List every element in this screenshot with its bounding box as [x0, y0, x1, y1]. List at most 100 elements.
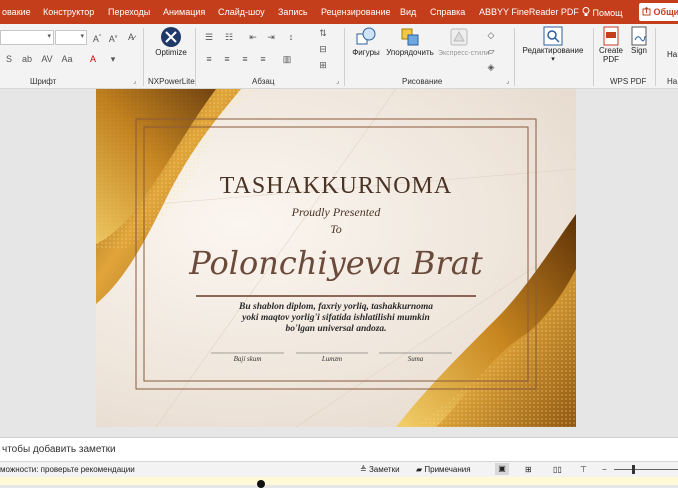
shapes-label: Фигуры — [352, 48, 380, 57]
slideshow-icon[interactable]: ⊤ — [580, 465, 587, 474]
arrange-button[interactable]: Упорядочить — [383, 26, 437, 57]
numbering-icon[interactable]: ☷ — [222, 32, 236, 42]
comments-toggle-label: Примечания — [424, 465, 471, 474]
group-font-label: Шрифт — [30, 77, 57, 86]
tab-view[interactable]: Вид — [400, 7, 416, 17]
group-wpspdf-label: WPS PDF — [610, 77, 647, 86]
divider — [344, 28, 345, 86]
notes-toggle-label: Заметки — [368, 465, 400, 474]
tab-record[interactable]: Запись — [278, 7, 308, 17]
shape-outline-icon[interactable]: ▱ — [484, 46, 498, 56]
shrink-font-icon[interactable]: Av — [106, 32, 120, 44]
editing-label: Редактирование — [522, 46, 584, 55]
change-case-icon[interactable]: Aa — [60, 54, 74, 64]
group-paragraph-label: Абзац — [252, 77, 275, 86]
slide-editor[interactable]: TASHAKKURNOMA Proudly Presented To Polon… — [0, 89, 678, 437]
create-pdf-label: Create PDF — [598, 46, 623, 64]
divider — [655, 28, 656, 86]
certificate-subtitle[interactable]: Proudly Presented — [96, 205, 576, 220]
divider — [195, 28, 196, 86]
notes-toggle-button[interactable]: ≜ Заметки — [360, 465, 400, 474]
tab-abbyy[interactable]: ABBYY FineReader PDF — [479, 7, 579, 17]
optimize-label: Optimize — [155, 48, 187, 57]
reading-view-icon[interactable]: ▯▯ — [553, 465, 562, 474]
ribbon: ▾ ▾ A^ Av A̷ S ab AV Aa A ▾ Шрифт ⌟ Opti… — [0, 24, 678, 89]
justify-icon[interactable]: ≡ — [256, 54, 270, 64]
help-label: Помощ — [592, 8, 623, 18]
strikethrough-icon[interactable]: ab — [20, 54, 34, 64]
comments-toggle-button[interactable]: ▰ Примечания — [416, 465, 471, 474]
ribbon-tabs-bar: овакие Конструктор Переходы Анимация Сла… — [0, 0, 678, 24]
sign-icon — [631, 26, 647, 46]
font-name-box[interactable]: ▾ — [0, 30, 54, 45]
lightbulb-icon — [582, 7, 590, 16]
pdf-icon — [603, 26, 619, 46]
dialog-launcher-icon[interactable]: ⌟ — [336, 77, 339, 85]
zoom-slider-thumb[interactable] — [632, 465, 635, 474]
group-drawing-label: Рисование — [402, 77, 443, 86]
optimize-button[interactable]: Optimize — [150, 26, 192, 57]
shape-effects-icon[interactable]: ◈ — [484, 62, 498, 72]
certificate-body[interactable]: Bu shablon diplom, faxriy yorliq, tashak… — [186, 302, 486, 335]
notes-pane[interactable]: чтобы добавить заметки — [0, 437, 678, 462]
tab-help[interactable]: Справка — [430, 7, 465, 17]
magnifier-icon — [543, 26, 563, 46]
dialog-launcher-icon[interactable]: ⌟ — [506, 77, 509, 85]
quick-styles-button[interactable]: Экспресс-стили — [438, 26, 489, 57]
decrease-indent-icon[interactable]: ⇤ — [246, 32, 260, 42]
slide-sorter-icon[interactable]: ⊞ — [525, 465, 532, 474]
font-color-chevron-icon[interactable]: ▾ — [106, 54, 120, 64]
align-text-icon[interactable]: ⊟ — [316, 44, 330, 54]
grow-font-icon[interactable]: A^ — [90, 32, 104, 44]
shapes-button[interactable]: Фигуры — [350, 26, 382, 57]
accessibility-status[interactable]: можности: проверьте рекомендации — [0, 465, 135, 474]
tab-slideshow[interactable]: Слайд-шоу — [218, 7, 265, 17]
body-line: yoki maqtov yorlig'i sifatida ishlatilis… — [242, 313, 430, 323]
normal-view-icon[interactable]: ▣ — [495, 463, 509, 475]
text-direction-icon[interactable]: ⇅ — [316, 28, 330, 38]
recipient-name[interactable]: Polonchiyeva Brat — [96, 244, 576, 282]
tab-transitions[interactable]: Переходы — [108, 7, 150, 17]
slide-canvas[interactable]: TASHAKKURNOMA Proudly Presented To Polon… — [96, 89, 576, 427]
shape-fill-icon[interactable]: ◇ — [484, 30, 498, 40]
tab-home[interactable]: овакие — [2, 7, 31, 17]
shapes-icon — [356, 27, 376, 45]
clear-format-icon[interactable]: A̷ — [124, 32, 138, 42]
quick-styles-label: Экспресс-стили — [438, 50, 490, 57]
certificate-title[interactable]: TASHAKKURNOMA — [96, 173, 576, 200]
font-color-icon[interactable]: A — [86, 54, 100, 64]
cursor-dot — [257, 480, 265, 488]
overflow-group-label-2: На — [667, 77, 678, 86]
zoom-slider[interactable] — [614, 469, 678, 470]
help-search[interactable]: Помощ — [582, 7, 623, 18]
divider — [514, 28, 515, 86]
align-left-icon[interactable]: ≡ — [202, 54, 216, 64]
notes-placeholder[interactable]: чтобы добавить заметки — [2, 444, 116, 455]
tab-animation[interactable]: Анимация — [163, 7, 205, 17]
notes-icon: ≜ — [360, 465, 367, 474]
zoom-out-icon[interactable]: − — [602, 465, 607, 474]
tab-review[interactable]: Рецензирование — [321, 7, 391, 17]
editing-button[interactable]: Редактирование ▾ — [518, 26, 588, 63]
tab-design[interactable]: Конструктор — [43, 7, 94, 17]
align-right-icon[interactable]: ≡ — [238, 54, 252, 64]
text-shadow-icon[interactable]: S — [2, 54, 16, 64]
font-size-box[interactable]: ▾ — [55, 30, 87, 45]
dialog-launcher-icon[interactable]: ⌟ — [133, 77, 136, 85]
columns-icon[interactable]: ▥ — [280, 54, 294, 64]
smartart-icon[interactable]: ⊞ — [316, 60, 330, 70]
increase-indent-icon[interactable]: ⇥ — [264, 32, 278, 42]
overflow-group-label: На — [667, 50, 678, 59]
align-center-icon[interactable]: ≡ — [220, 54, 234, 64]
line-spacing-icon[interactable]: ↕ — [284, 32, 298, 42]
certificate-to[interactable]: To — [96, 222, 576, 237]
create-pdf-button[interactable]: Create PDF — [596, 26, 626, 64]
share-button[interactable]: Общи — [639, 3, 678, 21]
arrange-icon — [401, 28, 419, 46]
bullets-icon[interactable]: ☰ — [202, 32, 216, 42]
signature-2: Lumzm — [321, 355, 343, 363]
share-label: Общи — [653, 7, 678, 17]
char-spacing-icon[interactable]: AV — [40, 54, 54, 64]
sign-button[interactable]: Sign — [627, 26, 651, 55]
share-icon — [642, 6, 651, 16]
